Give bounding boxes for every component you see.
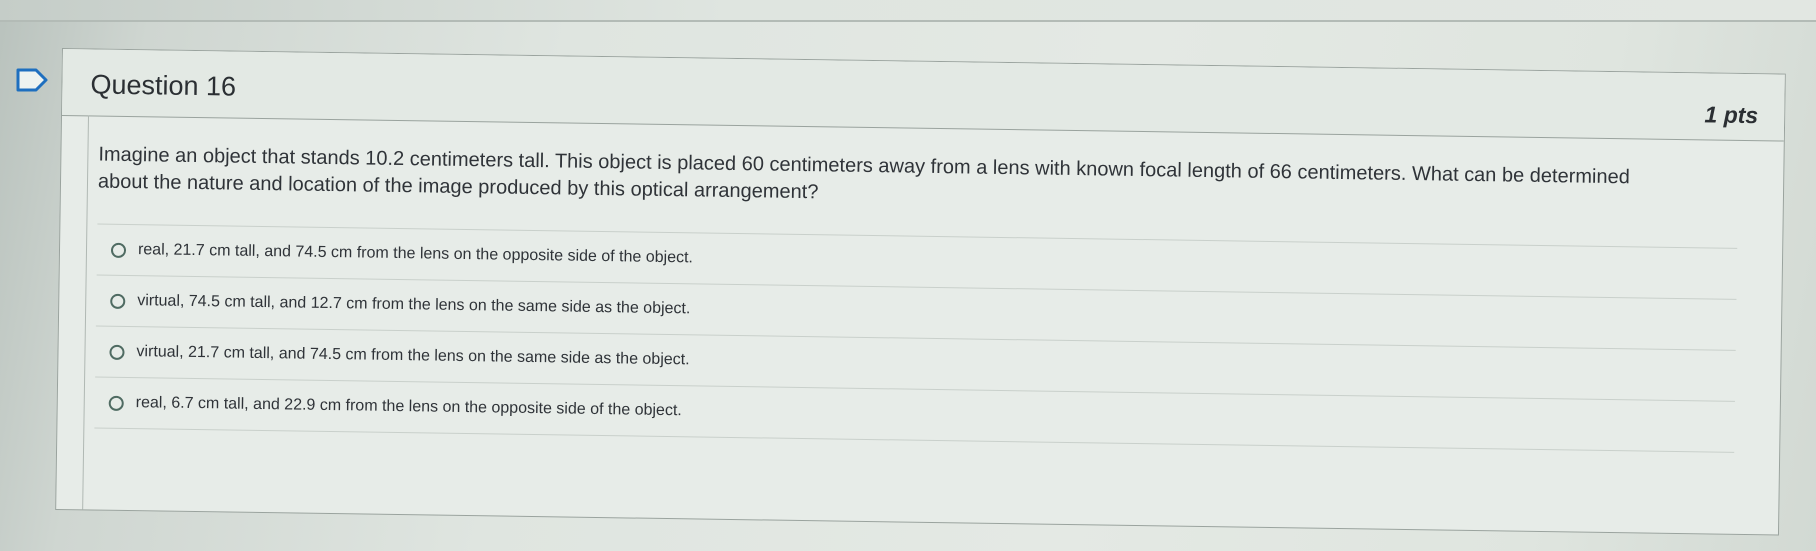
page-top-strip [0, 0, 1816, 22]
question-card: Question 16 1 pts Imagine an object that… [55, 48, 1786, 536]
radio-unselected-icon[interactable] [108, 395, 124, 411]
question-body: Imagine an object that stands 10.2 centi… [82, 115, 1784, 535]
radio-unselected-icon[interactable] [110, 242, 127, 258]
answer-label: virtual, 21.7 cm tall, and 74.5 cm from … [136, 343, 690, 369]
answer-label: virtual, 74.5 cm tall, and 12.7 cm from … [137, 292, 691, 318]
answer-label: real, 21.7 cm tall, and 74.5 cm from the… [137, 241, 694, 267]
radio-unselected-icon[interactable] [110, 293, 126, 309]
question-text: Imagine an object that stands 10.2 centi… [97, 143, 1630, 204]
question-title: Question 16 [90, 69, 237, 102]
radio-unselected-icon[interactable] [109, 344, 125, 360]
question-points: 1 pts [1704, 101, 1759, 129]
flag-icon[interactable] [14, 66, 50, 94]
answer-list: real, 21.7 cm tall, and 74.5 cm from the… [94, 223, 1738, 453]
answer-label: real, 6.7 cm tall, and 22.9 cm from the … [135, 394, 682, 420]
